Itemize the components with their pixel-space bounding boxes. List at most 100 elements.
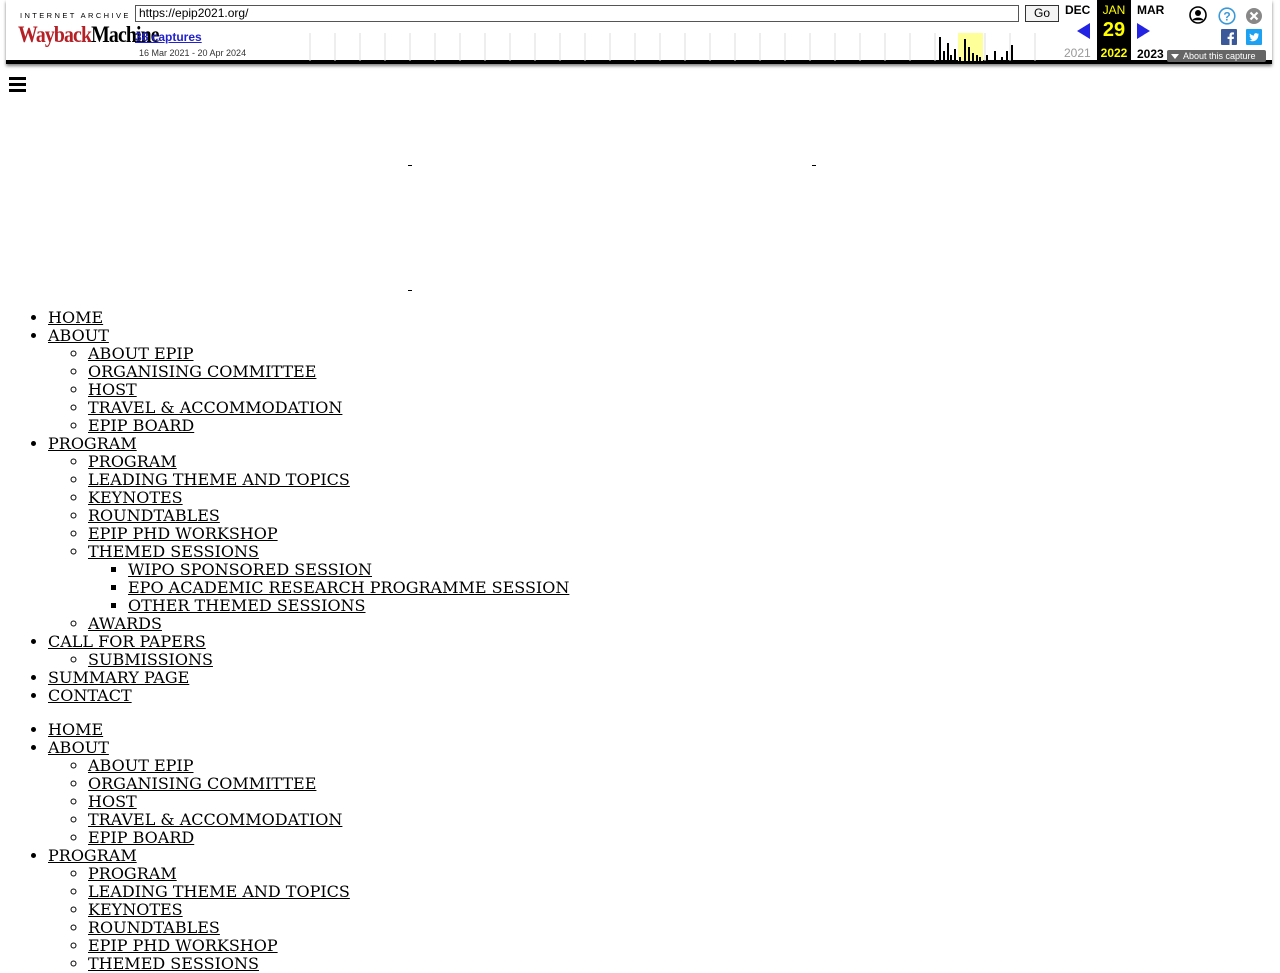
sparkline-grid bbox=[309, 33, 1036, 61]
menu-link-epip-phd-workshop[interactable]: EPIP PHD WORKSHOP bbox=[88, 524, 278, 543]
menu-link-call-for-papers[interactable]: CALL FOR PAPERS bbox=[48, 632, 206, 651]
empty-image-link[interactable] bbox=[812, 164, 816, 166]
menu-link-summary-page[interactable]: SUMMARY PAGE bbox=[48, 668, 189, 687]
menu-link-program[interactable]: PROGRAM bbox=[88, 452, 177, 471]
facebook-icon[interactable] bbox=[1221, 29, 1237, 45]
sparkline-bar bbox=[964, 39, 966, 61]
menu-item: TRAVEL & ACCOMMODATION bbox=[88, 811, 1280, 829]
sparkline-bar bbox=[943, 51, 945, 61]
about-capture-button[interactable]: About this capture bbox=[1167, 50, 1266, 62]
menu-link-leading-theme-and-topics[interactable]: LEADING THEME AND TOPICS bbox=[88, 882, 350, 901]
menu-link-about-epip[interactable]: ABOUT EPIP bbox=[88, 756, 194, 775]
menu-link-about[interactable]: ABOUT bbox=[48, 738, 109, 757]
menu-link-roundtables[interactable]: ROUNDTABLES bbox=[88, 506, 220, 525]
menu-item: THEMED SESSIONSWIPO SPONSORED SESSIONEPO… bbox=[88, 543, 1280, 615]
menu-link-epip-board[interactable]: EPIP BOARD bbox=[88, 416, 194, 435]
navigation-area: HOMEABOUTABOUT EPIPORGANISING COMMITTEEH… bbox=[0, 309, 1280, 973]
menu-link-organising-committee[interactable]: ORGANISING COMMITTEE bbox=[88, 362, 316, 381]
menu-link-travel-and-accommodation[interactable]: TRAVEL & ACCOMMODATION bbox=[88, 398, 342, 417]
menu-item: EPIP PHD WORKSHOP bbox=[88, 525, 1280, 543]
menu-item: EPIP BOARD bbox=[88, 417, 1280, 435]
menu-item: ROUNDTABLES bbox=[88, 507, 1280, 525]
menu-item: SUMMARY PAGE bbox=[48, 669, 1280, 687]
menu-link-leading-theme-and-topics[interactable]: LEADING THEME AND TOPICS bbox=[88, 470, 350, 489]
chevron-down-icon bbox=[1171, 54, 1179, 59]
about-capture-label: About this capture bbox=[1183, 51, 1256, 61]
nav-submenu: PROGRAMLEADING THEME AND TOPICSKEYNOTESR… bbox=[48, 453, 1280, 633]
prev-month-label[interactable]: DEC bbox=[1065, 3, 1090, 17]
nav-submenu: ABOUT EPIPORGANISING COMMITTEEHOSTTRAVEL… bbox=[48, 345, 1280, 435]
menu-link-submissions[interactable]: SUBMISSIONS bbox=[88, 650, 213, 669]
prev-year-label[interactable]: 2021 bbox=[1064, 46, 1091, 60]
captures-link[interactable]: 38 captures bbox=[135, 30, 202, 44]
menu-link-host[interactable]: HOST bbox=[88, 792, 137, 811]
sparkline-bar bbox=[968, 47, 970, 61]
menu-link-about-epip[interactable]: ABOUT EPIP bbox=[88, 344, 194, 363]
menu-link-themed-sessions[interactable]: THEMED SESSIONS bbox=[88, 542, 259, 561]
prev-capture-arrow-icon[interactable] bbox=[1077, 23, 1090, 39]
menu-item: TRAVEL & ACCOMMODATION bbox=[88, 399, 1280, 417]
menu-link-wipo-sponsored-session[interactable]: WIPO SPONSORED SESSION bbox=[128, 560, 372, 579]
capture-sparkline[interactable] bbox=[308, 33, 1058, 61]
menu-link-other-themed-sessions[interactable]: OTHER THEMED SESSIONS bbox=[128, 596, 366, 615]
menu-link-awards[interactable]: AWARDS bbox=[88, 614, 162, 633]
menu-link-themed-sessions[interactable]: THEMED SESSIONS bbox=[88, 954, 259, 973]
twitter-icon[interactable] bbox=[1246, 29, 1262, 45]
menu-item: SUBMISSIONS bbox=[88, 651, 1280, 669]
sparkline-bar bbox=[959, 57, 961, 61]
menu-link-host[interactable]: HOST bbox=[88, 380, 137, 399]
sparkline-bar bbox=[950, 55, 952, 61]
nav-submenu: ABOUT EPIPORGANISING COMMITTEEHOSTTRAVEL… bbox=[48, 757, 1280, 847]
menu-link-keynotes[interactable]: KEYNOTES bbox=[88, 488, 183, 507]
hamburger-menu-icon[interactable] bbox=[9, 77, 26, 92]
menu-link-roundtables[interactable]: ROUNDTABLES bbox=[88, 918, 220, 937]
nav-menu: HOMEABOUTABOUT EPIPORGANISING COMMITTEEH… bbox=[0, 721, 1280, 973]
help-icon[interactable]: ? bbox=[1218, 7, 1236, 25]
sparkline-bar bbox=[979, 57, 981, 61]
date-range: 16 Mar 2021 - 20 Apr 2024 bbox=[139, 48, 247, 58]
menu-item: AWARDS bbox=[88, 615, 1280, 633]
menu-item: CALL FOR PAPERSSUBMISSIONS bbox=[48, 633, 1280, 669]
menu-link-home[interactable]: HOME bbox=[48, 308, 103, 327]
menu-link-keynotes[interactable]: KEYNOTES bbox=[88, 900, 183, 919]
empty-image-link[interactable] bbox=[408, 164, 412, 166]
menu-item: PROGRAM bbox=[88, 865, 1280, 883]
go-button[interactable]: Go bbox=[1025, 5, 1059, 22]
next-capture-arrow-icon[interactable] bbox=[1137, 23, 1150, 39]
user-icon[interactable] bbox=[1189, 6, 1207, 24]
current-day: 29 bbox=[1102, 19, 1126, 41]
menu-item: HOST bbox=[88, 793, 1280, 811]
menu-link-contact[interactable]: CONTACT bbox=[48, 686, 132, 705]
menu-link-organising-committee[interactable]: ORGANISING COMMITTEE bbox=[88, 774, 316, 793]
menu-link-travel-and-accommodation[interactable]: TRAVEL & ACCOMMODATION bbox=[88, 810, 342, 829]
menu-item: ABOUTABOUT EPIPORGANISING COMMITTEEHOSTT… bbox=[48, 327, 1280, 435]
nav-submenu: SUBMISSIONS bbox=[48, 651, 1280, 669]
menu-link-program[interactable]: PROGRAM bbox=[88, 864, 177, 883]
current-capture-date: JAN 29 2022 bbox=[1097, 0, 1131, 64]
url-input[interactable]: https://epip2021.org/ bbox=[135, 5, 1019, 22]
nav-submenu: WIPO SPONSORED SESSIONEPO ACADEMIC RESEA… bbox=[88, 561, 1280, 615]
menu-link-program[interactable]: PROGRAM bbox=[48, 434, 137, 453]
wayback-toolbar: INTERNET ARCHIVE WaybackMachine https://… bbox=[6, 0, 1272, 64]
menu-item: ORGANISING COMMITTEE bbox=[88, 363, 1280, 381]
next-month-label[interactable]: MAR bbox=[1137, 3, 1164, 17]
menu-link-about[interactable]: ABOUT bbox=[48, 326, 109, 345]
menu-item: KEYNOTES bbox=[88, 901, 1280, 919]
menu-item: PROGRAMPROGRAMLEADING THEME AND TOPICSKE… bbox=[48, 435, 1280, 633]
menu-link-epip-board[interactable]: EPIP BOARD bbox=[88, 828, 194, 847]
menu-link-epo-academic-research-programme-session[interactable]: EPO ACADEMIC RESEARCH PROGRAMME SESSION bbox=[128, 578, 569, 597]
menu-link-program[interactable]: PROGRAM bbox=[48, 846, 137, 865]
next-year-label[interactable]: 2023 bbox=[1137, 47, 1164, 61]
close-icon[interactable] bbox=[1245, 7, 1263, 25]
menu-link-epip-phd-workshop[interactable]: EPIP PHD WORKSHOP bbox=[88, 936, 278, 955]
menu-item: EPO ACADEMIC RESEARCH PROGRAMME SESSION bbox=[128, 579, 1280, 597]
sparkline-bar bbox=[986, 55, 988, 61]
nav-submenu: PROGRAMLEADING THEME AND TOPICSKEYNOTESR… bbox=[48, 865, 1280, 973]
sparkline-bar bbox=[954, 49, 956, 61]
menu-link-home[interactable]: HOME bbox=[48, 720, 103, 739]
menu-item: LEADING THEME AND TOPICS bbox=[88, 883, 1280, 901]
menu-item: OTHER THEMED SESSIONS bbox=[128, 597, 1280, 615]
empty-image-link[interactable] bbox=[408, 289, 412, 291]
wayback-logo[interactable]: INTERNET ARCHIVE WaybackMachine bbox=[18, 6, 160, 52]
menu-item: WIPO SPONSORED SESSION bbox=[128, 561, 1280, 579]
